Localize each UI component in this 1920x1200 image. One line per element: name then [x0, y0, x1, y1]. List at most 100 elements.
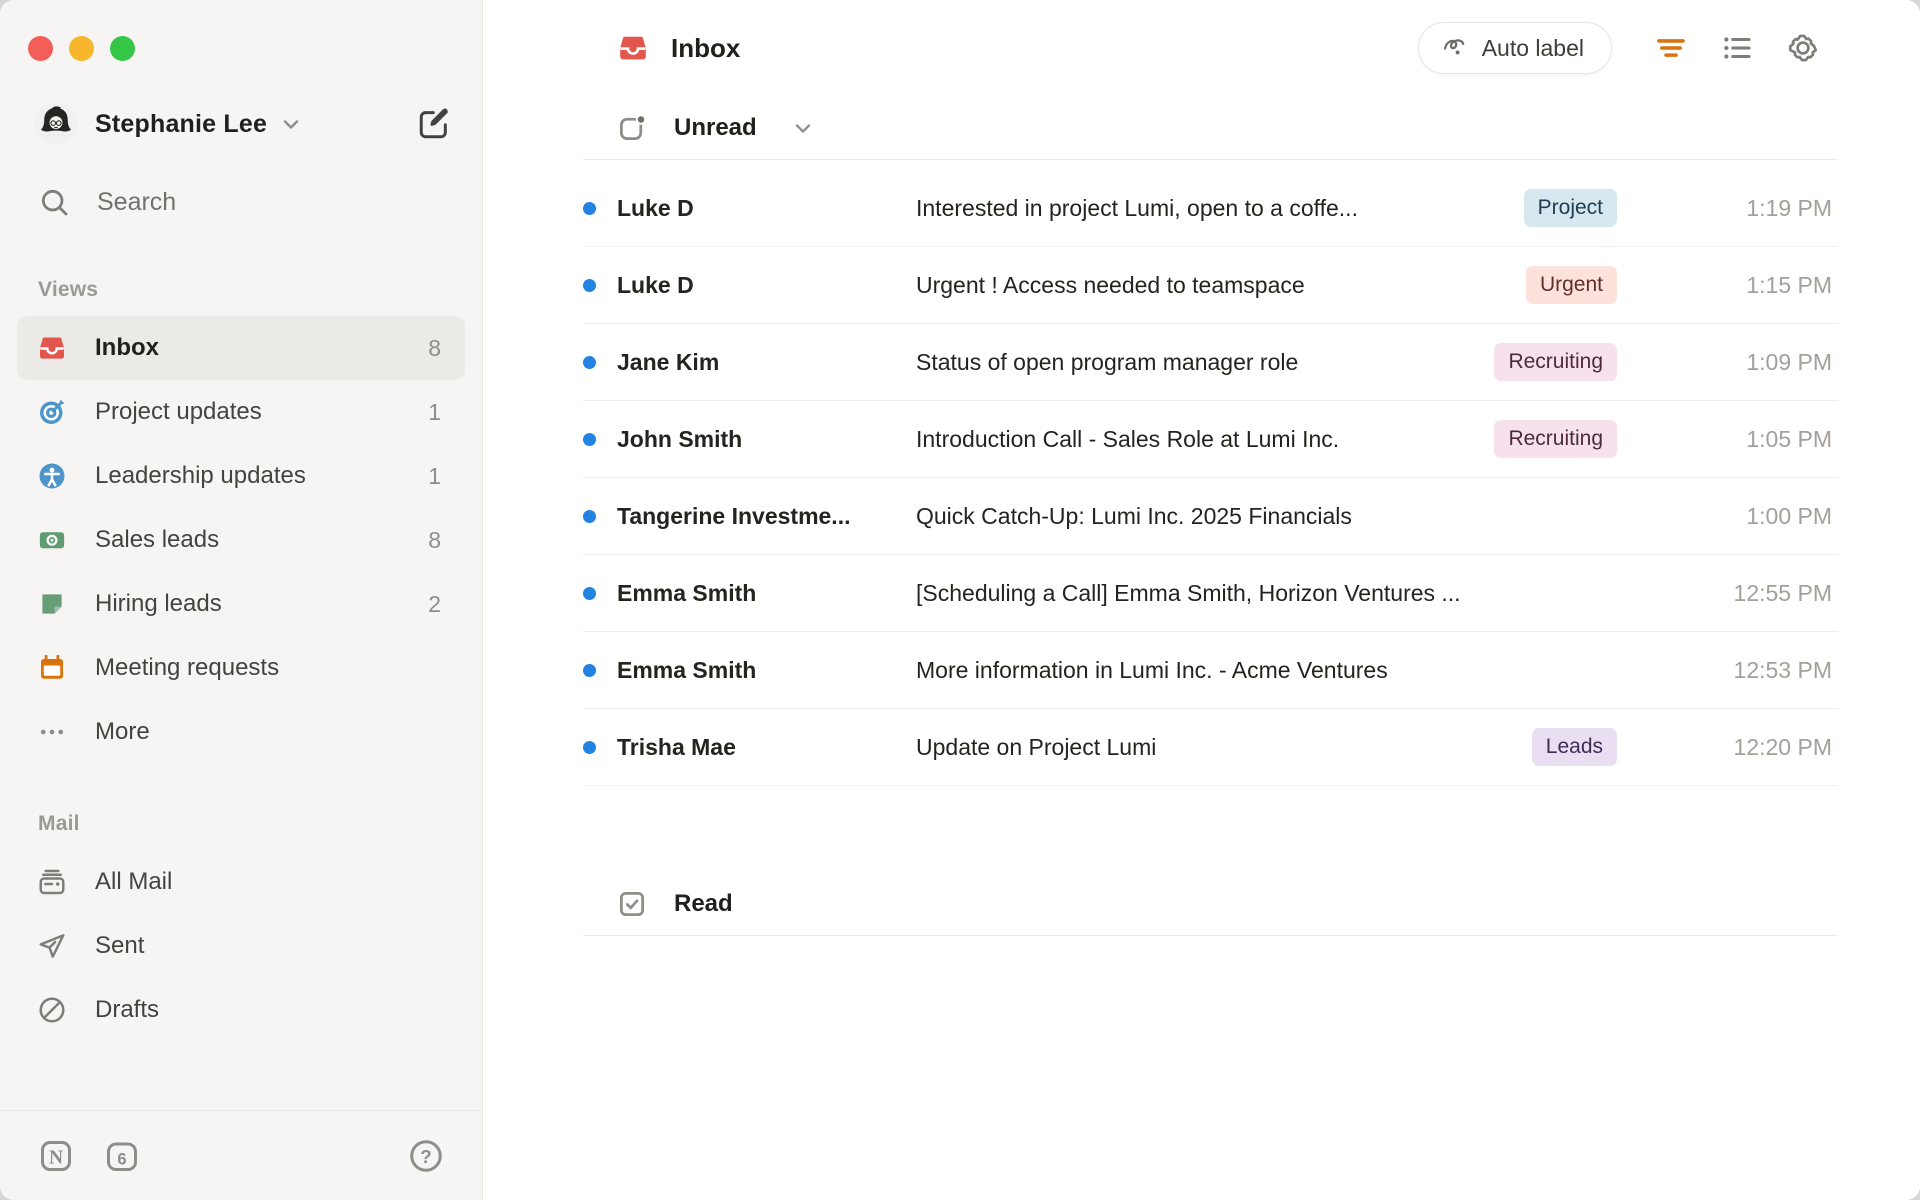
svg-text:N: N — [49, 1147, 63, 1168]
sidebar-item-count: 1 — [428, 462, 441, 489]
views-list: Inbox 8 Project updates 1 Leadership upd… — [17, 316, 465, 764]
sidebar-item-count: 1 — [428, 398, 441, 425]
mail-section-header: Mail — [38, 812, 80, 835]
email-row[interactable]: Emma Smith More information in Lumi Inc.… — [583, 632, 1838, 709]
email-time: 1:15 PM — [1746, 271, 1832, 298]
filter-icon[interactable] — [1654, 31, 1688, 65]
avatar — [34, 102, 78, 146]
sidebar-item-all-mail[interactable]: All Mail — [17, 850, 465, 914]
sidebar-item-label: Sales leads — [95, 526, 220, 553]
unread-icon — [617, 113, 647, 143]
zoom-window-button[interactable] — [110, 36, 135, 61]
sidebar-item-meeting-requests[interactable]: Meeting requests — [17, 636, 465, 700]
sidebar-item-project-updates[interactable]: Project updates 1 — [17, 380, 465, 444]
email-subject: Update on Project Lumi — [916, 733, 1157, 760]
list-icon[interactable] — [1720, 31, 1754, 65]
sidebar-item-drafts[interactable]: Drafts — [17, 978, 465, 1042]
auto-label-button[interactable]: Auto label — [1417, 22, 1612, 74]
email-sender: Luke D — [617, 194, 694, 221]
sidebar-item-label: Sent — [95, 932, 145, 959]
all-mail-icon — [37, 867, 67, 897]
email-time: 1:00 PM — [1746, 502, 1832, 529]
svg-text:?: ? — [420, 1145, 431, 1166]
email-subject: Interested in project Lumi, open to a co… — [916, 194, 1358, 221]
sidebar-item-count: 8 — [428, 526, 441, 553]
sidebar-item-inbox[interactable]: Inbox 8 — [17, 316, 465, 380]
email-subject: Urgent ! Access needed to teamspace — [916, 271, 1305, 298]
unread-dot — [583, 432, 596, 446]
auto-label-label: Auto label — [1481, 34, 1584, 61]
help-icon[interactable]: ? — [408, 1138, 444, 1174]
email-tag: Project — [1523, 189, 1617, 227]
email-time: 1:05 PM — [1746, 425, 1832, 452]
email-row[interactable]: Luke D Interested in project Lumi, open … — [583, 170, 1838, 247]
banknote-icon — [37, 525, 67, 555]
email-tag: Urgent — [1525, 266, 1617, 304]
mail-list: All Mail Sent Drafts — [17, 850, 465, 1042]
drafts-icon — [37, 995, 67, 1025]
read-section-toggle[interactable]: Read — [583, 872, 1838, 936]
minimize-window-button[interactable] — [69, 36, 94, 61]
sticky-note-icon — [37, 589, 67, 619]
email-row[interactable]: Tangerine Investme... Quick Catch-Up: Lu… — [583, 478, 1838, 555]
sent-icon — [37, 931, 67, 961]
search-placeholder: Search — [97, 187, 177, 216]
target-icon — [37, 397, 67, 427]
email-sender: Luke D — [617, 271, 694, 298]
email-subject: Quick Catch-Up: Lumi Inc. 2025 Financial… — [916, 502, 1352, 529]
read-section-label: Read — [674, 889, 733, 917]
gear-icon[interactable] — [1786, 31, 1820, 65]
window-controls — [28, 36, 135, 61]
sidebar-item-sent[interactable]: Sent — [17, 914, 465, 978]
sidebar-item-label: All Mail — [95, 868, 173, 895]
email-subject: Introduction Call - Sales Role at Lumi I… — [916, 425, 1340, 452]
email-tag: Recruiting — [1494, 343, 1617, 381]
unread-section-toggle[interactable]: Unread — [583, 96, 1838, 160]
main-pane: Inbox Auto label Unread Luke D Intereste… — [484, 0, 1920, 1200]
email-row[interactable]: Luke D Urgent ! Access needed to teamspa… — [583, 247, 1838, 324]
calendar-6-icon[interactable]: 6 — [104, 1138, 140, 1174]
unread-section-label: Unread — [674, 113, 757, 141]
calendar-icon — [37, 653, 67, 683]
email-row[interactable]: John Smith Introduction Call - Sales Rol… — [583, 401, 1838, 478]
sidebar-item-hiring-leads[interactable]: Hiring leads 2 — [17, 572, 465, 636]
sidebar: Stephanie Lee Search Views Inbox 8 Proje… — [0, 0, 483, 1200]
email-subject: More information in Lumi Inc. - Acme Ven… — [916, 656, 1388, 683]
account-name[interactable]: Stephanie Lee — [95, 110, 267, 139]
chevron-down-icon — [791, 116, 815, 140]
sidebar-item-sales-leads[interactable]: Sales leads 8 — [17, 508, 465, 572]
email-row[interactable]: Emma Smith [Scheduling a Call] Emma Smit… — [583, 555, 1838, 632]
sidebar-item-label: Drafts — [95, 996, 160, 1023]
views-section-header: Views — [38, 278, 99, 301]
sidebar-item-label: Project updates — [95, 398, 262, 425]
sidebar-item-leadership-updates[interactable]: Leadership updates 1 — [17, 444, 465, 508]
search-icon — [38, 186, 70, 218]
email-time: 12:20 PM — [1733, 733, 1832, 760]
email-row[interactable]: Trisha Mae Update on Project Lumi Leads … — [583, 709, 1838, 786]
sidebar-item-label: Meeting requests — [95, 654, 280, 681]
email-sender: Emma Smith — [617, 579, 757, 606]
svg-text:6: 6 — [117, 1150, 126, 1168]
page-title: Inbox — [671, 32, 741, 63]
email-list: Luke D Interested in project Lumi, open … — [484, 160, 1920, 786]
email-sender: John Smith — [617, 425, 743, 452]
close-window-button[interactable] — [28, 36, 53, 61]
chevron-down-icon[interactable] — [279, 112, 303, 136]
email-row[interactable]: Jane Kim Status of open program manager … — [583, 324, 1838, 401]
main-header: Inbox Auto label — [484, 0, 1920, 96]
unread-dot — [583, 586, 596, 600]
notion-icon[interactable]: N — [38, 1138, 74, 1174]
accessibility-icon — [37, 461, 67, 491]
email-sender: Jane Kim — [617, 348, 720, 375]
email-time: 12:55 PM — [1733, 579, 1832, 606]
compose-button[interactable] — [416, 106, 452, 142]
email-sender: Emma Smith — [617, 656, 757, 683]
unread-dot — [583, 278, 596, 292]
unread-dot — [583, 740, 596, 754]
search-input[interactable]: Search — [38, 178, 176, 226]
sidebar-item-count: 8 — [428, 334, 441, 361]
sidebar-item-count: 2 — [428, 590, 441, 617]
sidebar-item-more[interactable]: More — [17, 700, 465, 764]
email-time: 1:19 PM — [1746, 194, 1832, 221]
sidebar-item-label: Hiring leads — [95, 590, 222, 617]
